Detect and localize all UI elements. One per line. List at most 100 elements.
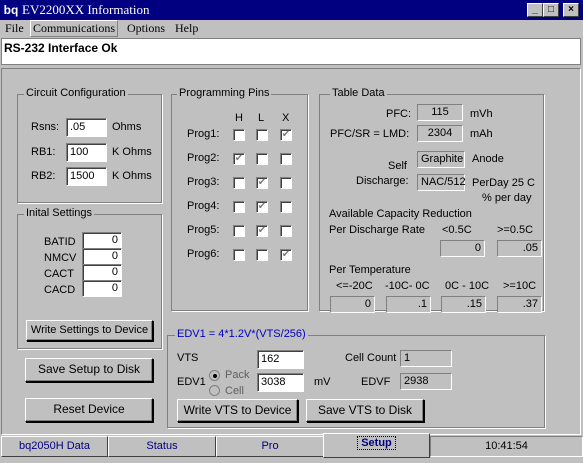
menu-options[interactable]: Options bbox=[127, 21, 165, 36]
temp-value-1: 0 bbox=[330, 296, 375, 313]
pin-label-5: Prog5: bbox=[187, 224, 220, 236]
cact-input[interactable]: 0 bbox=[82, 264, 122, 281]
temp-header-1: <=-20C bbox=[336, 280, 373, 292]
discharge-label: Discharge: bbox=[356, 175, 409, 187]
prog6-h-checkbox[interactable] bbox=[233, 249, 245, 261]
rb1-unit: K Ohms bbox=[112, 146, 152, 158]
temp-header-4: >=10C bbox=[503, 280, 537, 292]
pfc-value: 115 bbox=[417, 104, 463, 121]
capacity-reduction-label: Available Capacity Reduction bbox=[329, 208, 472, 220]
prog1-x-checkbox[interactable]: ✔ bbox=[280, 129, 292, 141]
prog1-l-checkbox[interactable] bbox=[256, 129, 268, 141]
prog5-l-checkbox[interactable]: ✔ bbox=[256, 225, 268, 237]
close-button[interactable]: × bbox=[563, 3, 579, 17]
per-temperature-label: Per Temperature bbox=[329, 264, 411, 276]
nmcv-label: NMCV bbox=[44, 252, 77, 264]
pins-col-l: L bbox=[258, 112, 265, 124]
table-data-title: Table Data bbox=[330, 87, 387, 99]
write-settings-button[interactable]: Write Settings to Device bbox=[26, 320, 153, 341]
tab-setup[interactable]: Setup bbox=[323, 433, 430, 458]
tab-pro-label: Pro bbox=[261, 440, 279, 452]
temp-header-2: -10C- 0C bbox=[385, 280, 430, 292]
pin-label-1: Prog1: bbox=[187, 128, 220, 140]
menu-communications[interactable]: Communications bbox=[30, 20, 118, 37]
cact-label: CACT bbox=[44, 268, 74, 280]
save-setup-button[interactable]: Save Setup to Disk bbox=[25, 358, 153, 382]
vts-input[interactable]: 162 bbox=[257, 350, 304, 369]
edvf-label: EDVF bbox=[361, 376, 391, 388]
batid-label: BATID bbox=[44, 236, 76, 248]
batid-input[interactable]: 0 bbox=[82, 232, 122, 249]
anode-label: Anode bbox=[472, 153, 504, 165]
edv1-input[interactable]: 3038 bbox=[257, 373, 304, 392]
tab-pro[interactable]: Pro bbox=[216, 436, 324, 457]
prog2-h-checkbox[interactable]: ✔ bbox=[233, 153, 245, 165]
per-discharge-rate-label: Per Discharge Rate bbox=[329, 224, 425, 236]
rb1-input[interactable]: 100 bbox=[66, 143, 107, 162]
circuit-config-title: Circuit Configuration bbox=[24, 87, 128, 99]
menu-file[interactable]: File bbox=[5, 21, 24, 36]
pfc-label: PFC: bbox=[386, 108, 412, 120]
prog1-h-checkbox[interactable] bbox=[233, 129, 245, 141]
initial-settings-title: Inital Settings bbox=[24, 207, 95, 219]
app-icon[interactable]: bq bbox=[3, 2, 19, 18]
perday-label: PerDay 25 C bbox=[472, 177, 535, 189]
prog3-l-checkbox[interactable]: ✔ bbox=[256, 177, 268, 189]
prog3-x-checkbox[interactable] bbox=[280, 177, 292, 189]
edv-title: EDV1 = 4*1.2V*(VTS/256) bbox=[175, 328, 308, 340]
minimize-button[interactable]: _ bbox=[527, 3, 543, 17]
pins-col-x: X bbox=[282, 112, 290, 124]
pack-radio[interactable] bbox=[209, 370, 220, 381]
pfc-sr-value: 2304 bbox=[417, 125, 463, 142]
tab-bq2050h-data[interactable]: bq2050H Data bbox=[1, 436, 108, 457]
chemistry-value: Graphite bbox=[417, 151, 465, 168]
cell-count-label: Cell Count bbox=[345, 352, 397, 364]
prog6-l-checkbox[interactable] bbox=[256, 249, 268, 261]
prog2-l-checkbox[interactable] bbox=[256, 153, 268, 165]
prog4-x-checkbox[interactable] bbox=[280, 201, 292, 213]
save-vts-button[interactable]: Save VTS to Disk bbox=[306, 399, 424, 422]
nmcv-input[interactable]: 0 bbox=[82, 248, 122, 265]
menu-help[interactable]: Help bbox=[175, 21, 198, 36]
tab-bq2050h-data-label: bq2050H Data bbox=[19, 440, 90, 452]
reset-device-button[interactable]: Reset Device bbox=[25, 398, 153, 422]
pack-label: Pack bbox=[225, 369, 250, 381]
prog5-h-checkbox[interactable] bbox=[233, 225, 245, 237]
rsns-input[interactable]: .05 bbox=[66, 118, 107, 137]
prog2-x-checkbox[interactable] bbox=[280, 153, 292, 165]
pin-label-3: Prog3: bbox=[187, 176, 220, 188]
pin-label-2: Prog2: bbox=[187, 152, 220, 164]
rb1-label: RB1: bbox=[31, 146, 56, 158]
rate-value-high: .05 bbox=[497, 240, 542, 257]
rb2-label: RB2: bbox=[31, 170, 56, 182]
prog4-l-checkbox[interactable]: ✔ bbox=[256, 201, 268, 213]
pins-col-h: H bbox=[235, 112, 243, 124]
tab-setup-label: Setup bbox=[357, 436, 396, 450]
prog5-x-checkbox[interactable] bbox=[280, 225, 292, 237]
tab-status-label: Status bbox=[146, 440, 178, 452]
programming-pins-title: Programming Pins bbox=[177, 87, 272, 99]
tab-status[interactable]: Status bbox=[108, 436, 216, 457]
clock: 10:41:54 bbox=[430, 436, 583, 457]
temp-header-3: 0C - 10C bbox=[445, 280, 490, 292]
temp-value-4: .37 bbox=[497, 296, 542, 313]
pin-label-6: Prog6: bbox=[187, 248, 220, 260]
title-bar: bq EV2200XX Information _ □ × bbox=[0, 0, 583, 20]
edv1-label: EDV1 bbox=[177, 376, 206, 388]
rb2-unit: K Ohms bbox=[112, 170, 152, 182]
menu-bar: File Communications Options Help bbox=[0, 20, 583, 38]
cell-label: Cell bbox=[225, 385, 244, 397]
temp-value-2: .1 bbox=[386, 296, 431, 313]
write-vts-button[interactable]: Write VTS to Device bbox=[177, 399, 298, 422]
rb2-input[interactable]: 1500 bbox=[66, 167, 107, 186]
window-title: EV2200XX Information bbox=[22, 2, 150, 17]
cacd-input[interactable]: 0 bbox=[82, 280, 122, 297]
maximize-button[interactable]: □ bbox=[543, 3, 559, 17]
cell-radio[interactable] bbox=[209, 385, 220, 396]
rate-header-high: >=0.5C bbox=[497, 224, 534, 236]
prog6-x-checkbox[interactable]: ✔ bbox=[280, 249, 292, 261]
prog3-h-checkbox[interactable] bbox=[233, 177, 245, 189]
prog4-h-checkbox[interactable] bbox=[233, 201, 245, 213]
pfc-sr-unit: mAh bbox=[470, 128, 493, 140]
rsns-unit: Ohms bbox=[112, 121, 142, 133]
